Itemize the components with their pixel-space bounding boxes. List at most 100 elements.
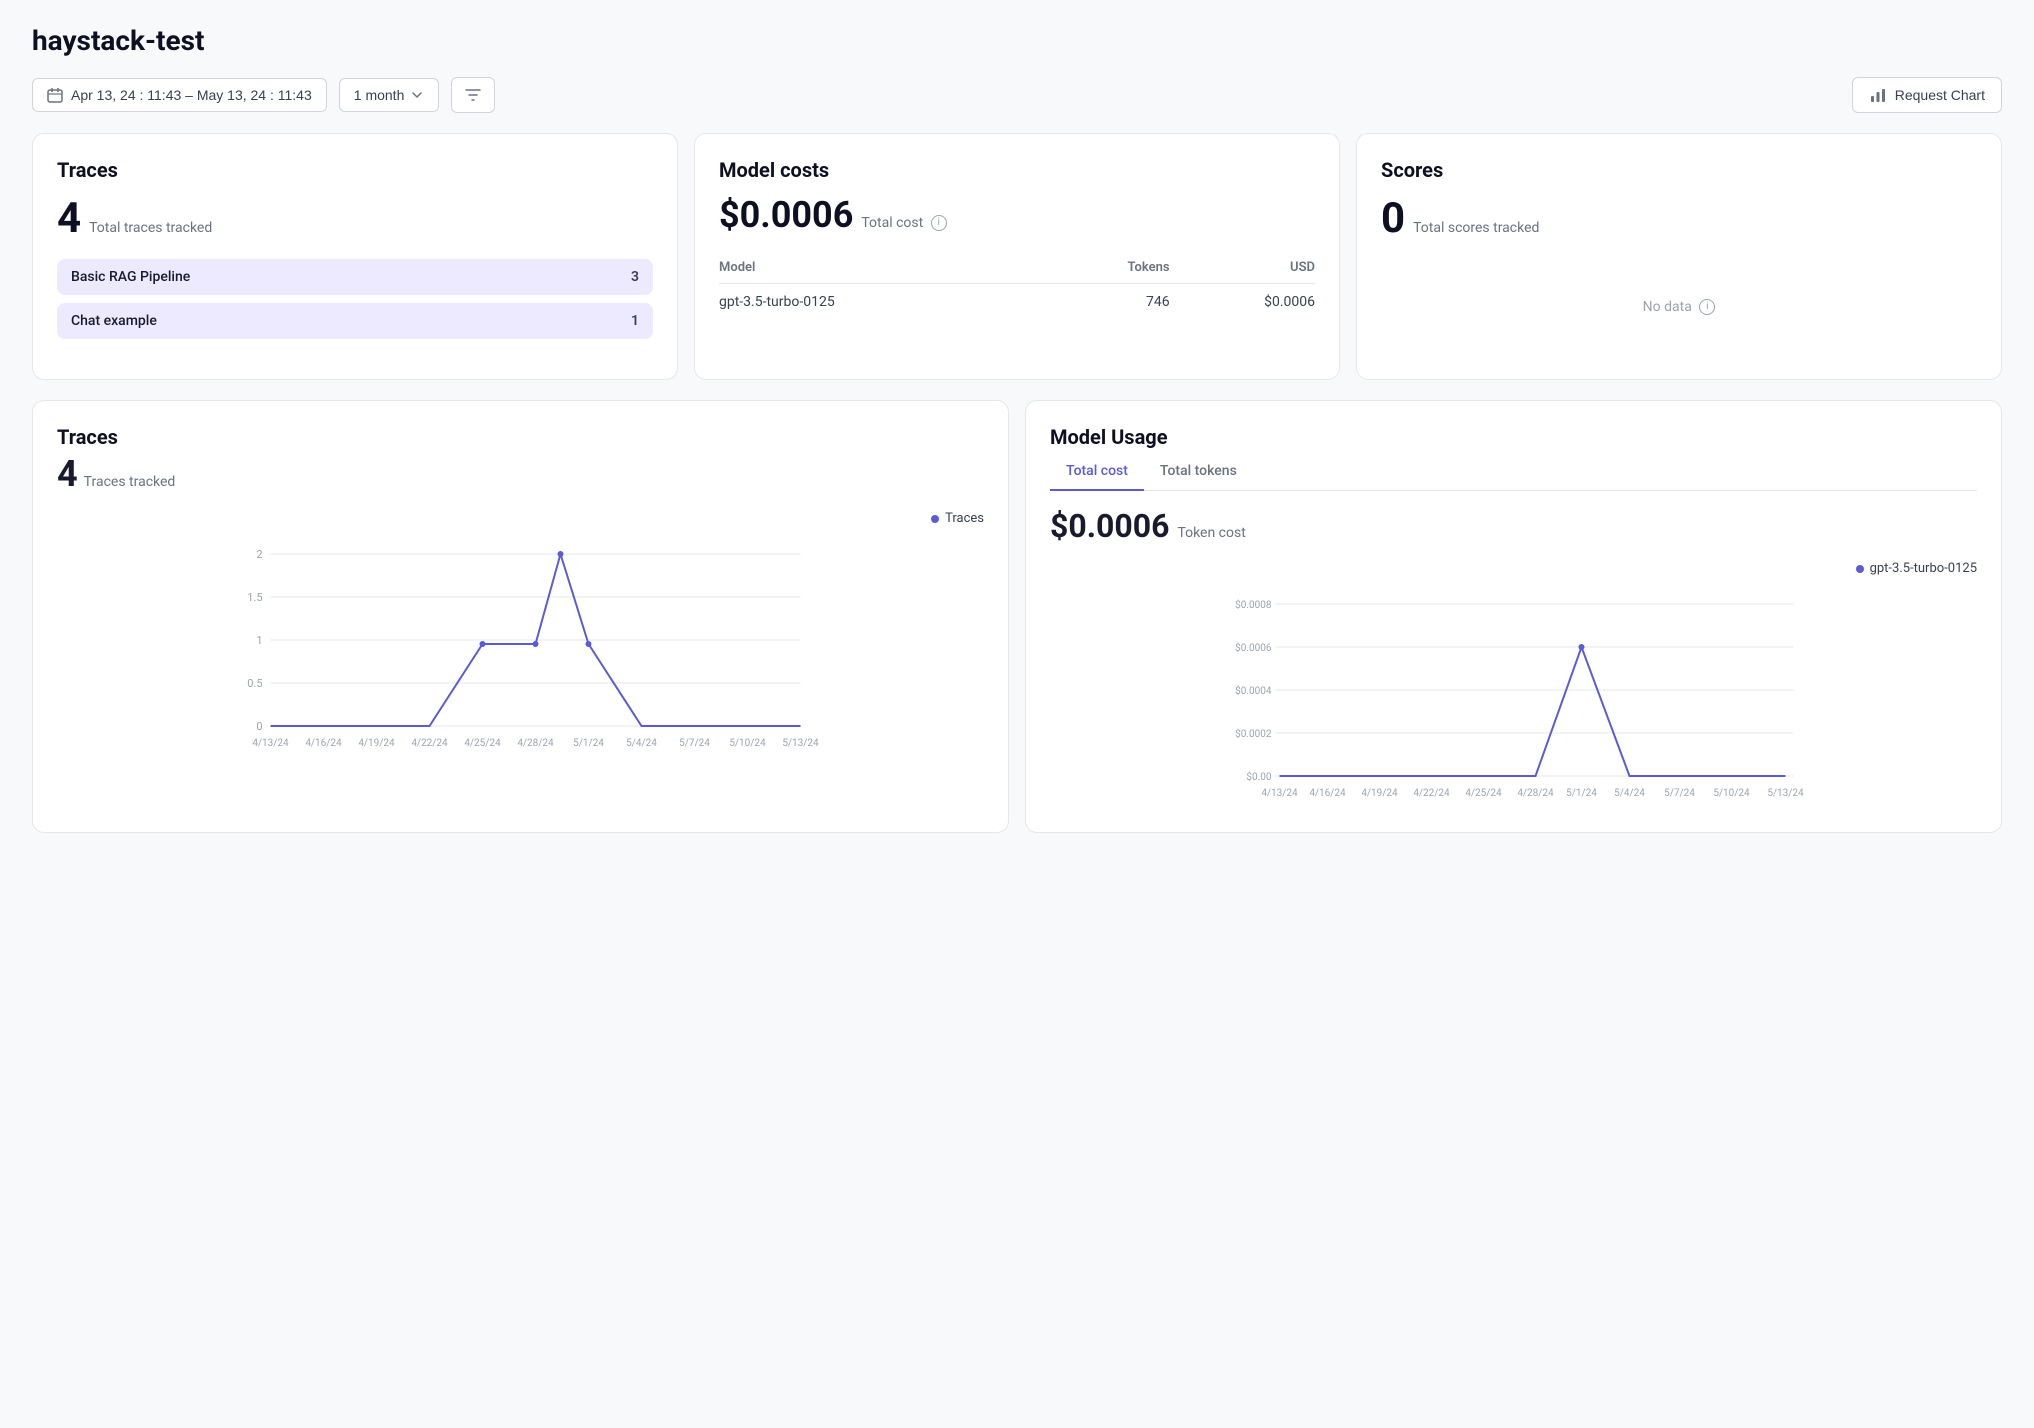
model-costs-metric-label: Total cost i xyxy=(861,215,946,231)
top-cards: Traces 4 Total traces tracked Basic RAG … xyxy=(32,133,2002,380)
svg-text:2: 2 xyxy=(256,548,262,561)
traces-metric-row: 4 Total traces tracked xyxy=(57,194,653,243)
period-select-button[interactable]: 1 month xyxy=(339,78,440,112)
traces-chart-subtitle: Traces tracked xyxy=(84,474,176,490)
scores-card-title: Scores xyxy=(1381,158,1977,182)
svg-text:4/28/24: 4/28/24 xyxy=(1517,788,1554,799)
svg-text:4/16/24: 4/16/24 xyxy=(305,738,342,749)
pipeline-name-rag: Basic RAG Pipeline xyxy=(71,269,190,285)
col-tokens: Tokens xyxy=(1049,252,1169,284)
model-usage-legend-label: gpt-3.5-turbo-0125 xyxy=(1870,561,1977,576)
svg-text:4/22/24: 4/22/24 xyxy=(1413,788,1450,799)
scores-metric-label: Total scores tracked xyxy=(1413,220,1539,236)
traces-legend-label: Traces xyxy=(945,511,984,526)
model-tokens: 746 xyxy=(1049,284,1169,321)
traces-chart-card: Traces 4 Traces tracked Traces 2 1.5 1 0 xyxy=(32,400,1009,833)
svg-text:0: 0 xyxy=(256,720,262,733)
filter-icon xyxy=(464,86,482,104)
col-model: Model xyxy=(719,252,1049,284)
svg-text:$0.0006: $0.0006 xyxy=(1235,641,1272,654)
model-usd: $0.0006 xyxy=(1170,284,1315,321)
svg-text:$0.0004: $0.0004 xyxy=(1235,684,1272,697)
model-usage-metric: $0.0006 xyxy=(1050,507,1169,545)
traces-chart-count: 4 xyxy=(57,453,78,495)
page-title: haystack-test xyxy=(32,24,2002,57)
svg-text:5/13/24: 5/13/24 xyxy=(782,738,819,749)
svg-text:4/19/24: 4/19/24 xyxy=(358,738,395,749)
model-costs-metric-row: $0.0006 Total cost i xyxy=(719,194,1315,236)
date-range-label: Apr 13, 24 : 11:43 – May 13, 24 : 11:43 xyxy=(71,87,312,103)
traces-card-title: Traces xyxy=(57,158,653,182)
model-costs-amount: $0.0006 xyxy=(719,194,853,236)
svg-text:5/10/24: 5/10/24 xyxy=(729,738,766,749)
svg-text:5/7/24: 5/7/24 xyxy=(1664,788,1695,799)
model-usage-chart-area: $0.0008 $0.0006 $0.0004 $0.0002 $0.00 4/… xyxy=(1050,584,1977,808)
svg-text:5/4/24: 5/4/24 xyxy=(1614,788,1645,799)
scores-metric-row: 0 Total scores tracked xyxy=(1381,194,1977,243)
traces-legend-dot xyxy=(931,515,939,523)
pipeline-item-rag[interactable]: Basic RAG Pipeline 3 xyxy=(57,259,653,295)
scores-count: 0 xyxy=(1381,194,1405,243)
model-usage-tabs: Total cost Total tokens xyxy=(1050,453,1977,491)
pipeline-name-chat: Chat example xyxy=(71,313,157,329)
traces-chart-svg: 2 1.5 1 0.5 0 4/13/24 4/16/24 4/19/24 xyxy=(57,534,984,754)
pipeline-item-chat[interactable]: Chat example 1 xyxy=(57,303,653,339)
svg-text:4/13/24: 4/13/24 xyxy=(1261,788,1298,799)
svg-text:$0.0002: $0.0002 xyxy=(1235,727,1272,740)
request-chart-label: Request Chart xyxy=(1895,87,1985,103)
pipeline-count-chat: 1 xyxy=(631,313,639,329)
model-costs-title: Model costs xyxy=(719,158,1315,182)
model-usage-chart-svg: $0.0008 $0.0006 $0.0004 $0.0002 $0.00 4/… xyxy=(1050,584,1977,804)
request-chart-button[interactable]: Request Chart xyxy=(1852,77,2002,113)
svg-text:1: 1 xyxy=(256,634,262,647)
svg-text:4/25/24: 4/25/24 xyxy=(464,738,501,749)
tab-total-cost[interactable]: Total cost xyxy=(1050,453,1144,491)
bottom-charts: Traces 4 Traces tracked Traces 2 1.5 1 0 xyxy=(32,400,2002,833)
model-costs-table: Model Tokens USD gpt-3.5-turbo-0125 746 … xyxy=(719,252,1315,320)
filter-button[interactable] xyxy=(451,77,495,113)
svg-text:4/19/24: 4/19/24 xyxy=(1361,788,1398,799)
traces-chart-legend: Traces xyxy=(57,511,984,526)
svg-text:4/13/24: 4/13/24 xyxy=(252,738,289,749)
svg-text:5/10/24: 5/10/24 xyxy=(1713,788,1750,799)
traces-chart-area: 2 1.5 1 0.5 0 4/13/24 4/16/24 4/19/24 xyxy=(57,534,984,758)
bar-chart-icon xyxy=(1869,86,1887,104)
svg-text:5/13/24: 5/13/24 xyxy=(1767,788,1804,799)
svg-text:5/7/24: 5/7/24 xyxy=(679,738,710,749)
svg-text:5/1/24: 5/1/24 xyxy=(573,738,604,749)
table-row: gpt-3.5-turbo-0125 746 $0.0006 xyxy=(719,284,1315,321)
chevron-down-icon xyxy=(410,88,424,102)
calendar-icon xyxy=(47,87,63,103)
traces-chart-title: Traces xyxy=(57,425,984,449)
pipeline-list: Basic RAG Pipeline 3 Chat example 1 xyxy=(57,259,653,339)
svg-text:5/1/24: 5/1/24 xyxy=(1566,788,1597,799)
pipeline-count-rag: 3 xyxy=(631,269,639,285)
traces-metric-label: Total traces tracked xyxy=(89,220,212,236)
model-usage-chart-card: Model Usage Total cost Total tokens $0.0… xyxy=(1025,400,2002,833)
model-costs-card: Model costs $0.0006 Total cost i Model T… xyxy=(694,133,1340,380)
model-usage-metric-label: Token cost xyxy=(1177,525,1245,541)
col-usd: USD xyxy=(1170,252,1315,284)
model-usage-title: Model Usage xyxy=(1050,425,1977,449)
svg-text:0.5: 0.5 xyxy=(247,677,262,690)
traces-count: 4 xyxy=(57,194,81,243)
svg-text:4/28/24: 4/28/24 xyxy=(517,738,554,749)
svg-text:$0.0008: $0.0008 xyxy=(1235,598,1272,611)
svg-text:4/25/24: 4/25/24 xyxy=(1465,788,1502,799)
date-range-button[interactable]: Apr 13, 24 : 11:43 – May 13, 24 : 11:43 xyxy=(32,78,327,112)
period-label: 1 month xyxy=(354,87,405,103)
svg-text:1.5: 1.5 xyxy=(247,591,262,604)
model-name: gpt-3.5-turbo-0125 xyxy=(719,284,1049,321)
no-data-message: No data i xyxy=(1381,259,1977,355)
toolbar: Apr 13, 24 : 11:43 – May 13, 24 : 11:43 … xyxy=(32,77,2002,113)
model-usage-legend-dot xyxy=(1856,565,1864,573)
svg-text:4/22/24: 4/22/24 xyxy=(411,738,448,749)
total-cost-info-icon[interactable]: i xyxy=(931,215,947,231)
model-usage-legend: gpt-3.5-turbo-0125 xyxy=(1050,561,1977,576)
no-data-info-icon[interactable]: i xyxy=(1699,299,1715,315)
svg-text:4/16/24: 4/16/24 xyxy=(1309,788,1346,799)
svg-text:$0.00: $0.00 xyxy=(1246,770,1271,783)
traces-card: Traces 4 Total traces tracked Basic RAG … xyxy=(32,133,678,380)
tab-total-tokens[interactable]: Total tokens xyxy=(1144,453,1253,491)
svg-text:5/4/24: 5/4/24 xyxy=(626,738,657,749)
